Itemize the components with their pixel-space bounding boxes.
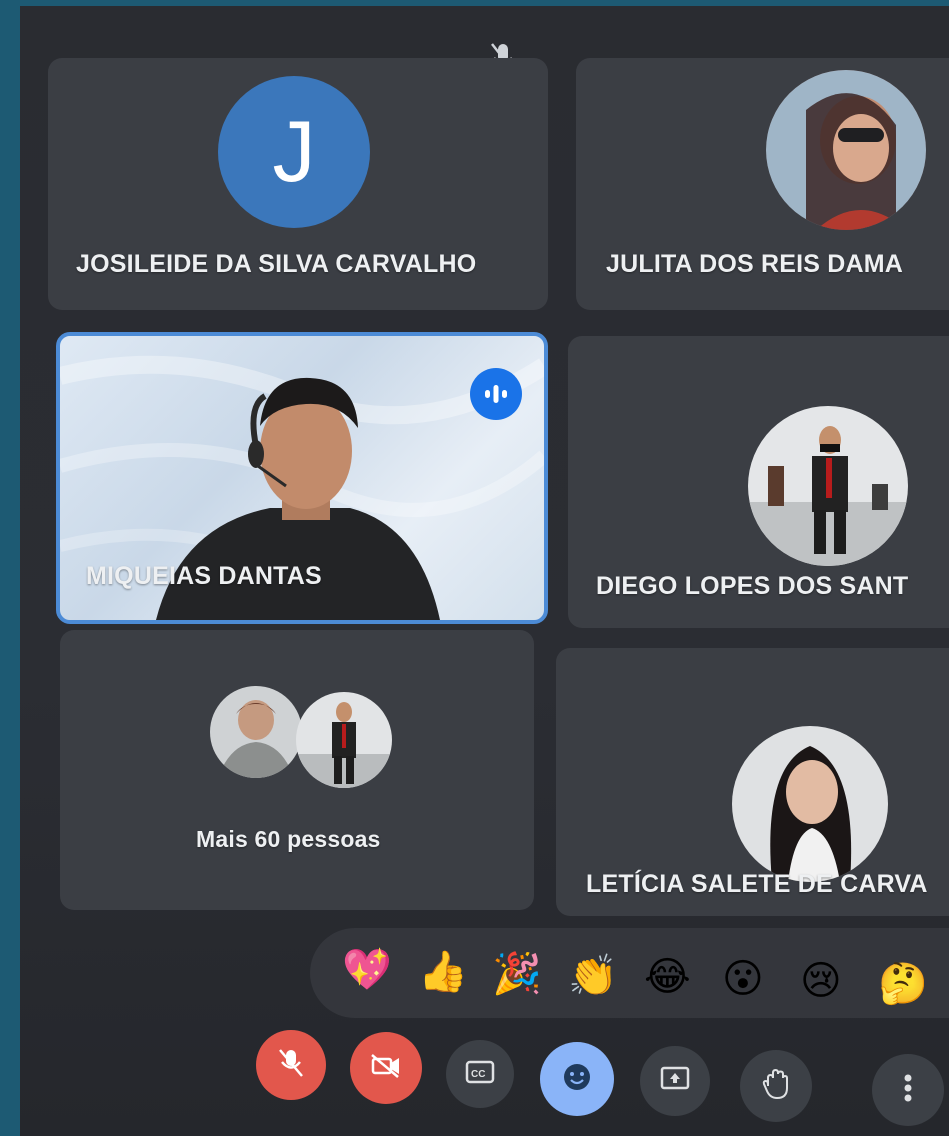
participant-tile[interactable]: DIEGO LOPES DOS SANT — [568, 336, 949, 628]
participant-tile-speaking[interactable]: MIQUEIAS DANTAS — [56, 332, 548, 624]
more-options-button[interactable] — [872, 1054, 944, 1126]
avatar — [296, 692, 392, 788]
participant-name: DIEGO LOPES DOS SANT — [596, 572, 909, 600]
avatar — [766, 70, 926, 230]
avatar — [732, 726, 888, 882]
emoji-icon — [562, 1062, 592, 1097]
raise-hand-button[interactable] — [740, 1050, 812, 1122]
participant-tile[interactable]: LETÍCIA SALETE DE CARVA — [556, 648, 949, 916]
meeting-screen: J JOSILEIDE DA SILVA CARVALHO JULITA DOS… — [20, 6, 949, 1136]
raise-hand-icon — [762, 1068, 790, 1105]
camera-toggle-button[interactable] — [350, 1032, 422, 1104]
participant-tile[interactable]: J JOSILEIDE DA SILVA CARVALHO — [48, 58, 548, 310]
more-options-icon — [903, 1073, 913, 1108]
participant-name: JULITA DOS REIS DAMA — [606, 250, 904, 278]
more-participants-tile[interactable]: Mais 60 pessoas — [60, 630, 534, 910]
emoji-reactions-button[interactable] — [540, 1042, 614, 1116]
captions-icon: CC — [465, 1060, 495, 1089]
avatar: J — [218, 76, 370, 228]
reactions-bar: 💖 👍 🎉 👏 😂 😮 😢 🤔 — [310, 928, 949, 1018]
reaction-heart[interactable]: 💖 — [342, 946, 392, 993]
mic-toggle-button[interactable] — [256, 1030, 326, 1100]
present-now-button[interactable] — [640, 1046, 710, 1116]
present-screen-icon — [660, 1066, 690, 1097]
avatar — [748, 406, 908, 566]
reaction-surprised[interactable]: 😮 — [722, 956, 764, 1002]
participant-name: MIQUEIAS DANTAS — [86, 562, 322, 590]
avatar — [210, 686, 302, 778]
participant-tile[interactable]: JULITA DOS REIS DAMA — [576, 58, 949, 310]
reaction-clap[interactable]: 👏 — [568, 952, 618, 999]
reaction-sad[interactable]: 😢 — [800, 958, 842, 1004]
more-participants-label: Mais 60 pessoas — [196, 826, 381, 852]
participant-name: JOSILEIDE DA SILVA CARVALHO — [76, 250, 477, 278]
reaction-laugh[interactable]: 😂 — [644, 954, 691, 1000]
speaking-indicator-icon — [470, 368, 522, 420]
participant-name: LETÍCIA SALETE DE CARVA — [586, 870, 928, 898]
svg-text:CC: CC — [471, 1069, 485, 1080]
captions-button[interactable]: CC — [446, 1040, 514, 1108]
mic-off-icon — [277, 1047, 305, 1084]
reaction-thumbs-up[interactable]: 👍 — [418, 948, 468, 995]
camera-off-icon — [370, 1053, 402, 1084]
reaction-thinking[interactable]: 🤔 — [878, 960, 928, 1007]
reaction-party[interactable]: 🎉 — [492, 950, 542, 997]
